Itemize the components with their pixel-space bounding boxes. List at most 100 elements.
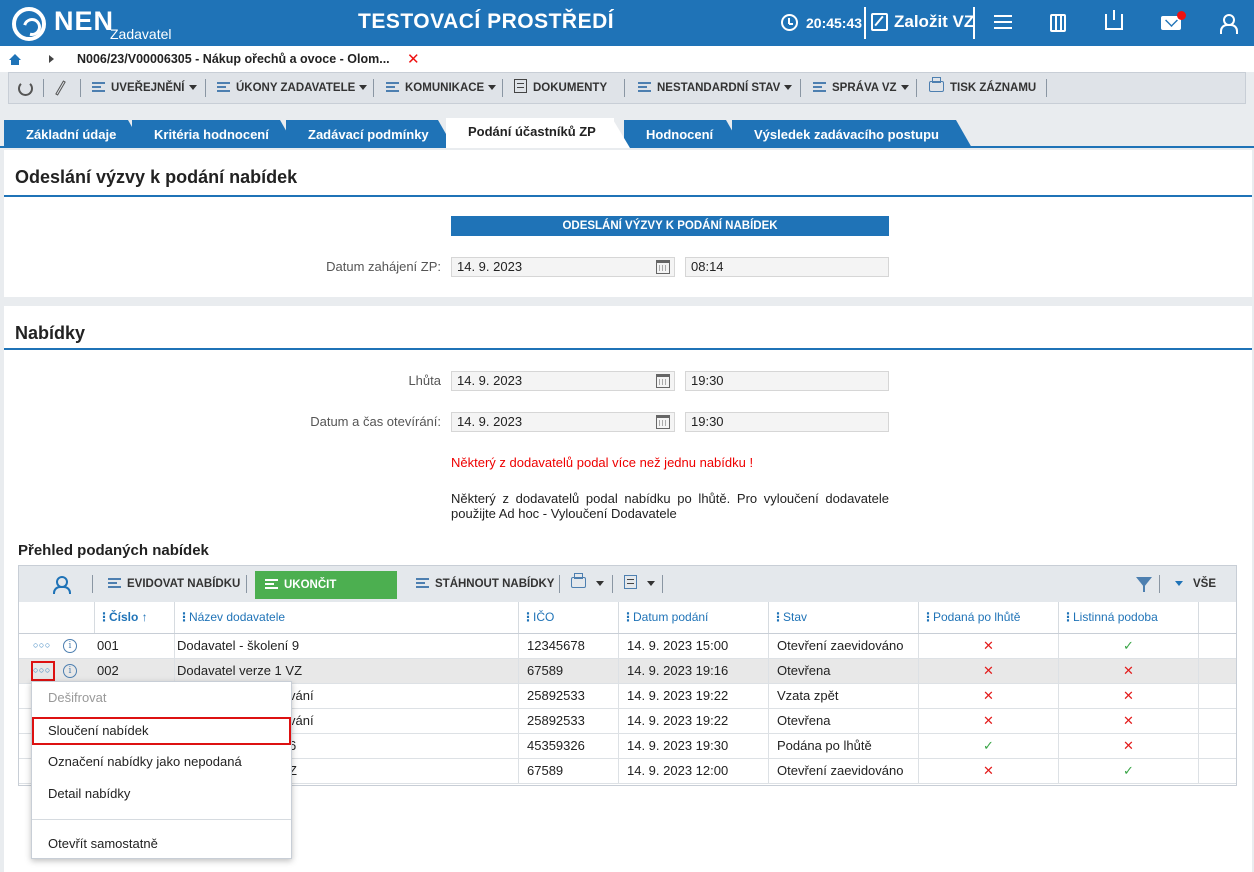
download-offers-button[interactable]: STÁHNOUT NABÍDKY [416,566,554,602]
menu-item-open-separately[interactable]: Otevřít samostatně [32,830,291,858]
list-icon [386,82,399,92]
cell-paper: ✕ [1059,684,1199,708]
brand-subtitle: Zadavatel [110,26,172,42]
send-invitation-button[interactable]: ODESLÁNÍ VÝZVY K PODÁNÍ NABÍDEK [451,216,889,236]
column-ico[interactable]: IČO [519,602,619,633]
pencil-icon[interactable] [55,80,66,96]
nen-logo-icon[interactable] [12,7,46,41]
menu-item-decrypt[interactable]: Dešifrovat [32,684,291,712]
cell-paper: ✕ [1059,734,1199,758]
cell-number: 001 [97,634,175,658]
table-row[interactable]: ○○○ i 001 Dodavatel - školení 9 12345678… [19,634,1236,659]
end-opening-button[interactable]: UKONČIT OTEVÍRÁNÍ [255,571,397,619]
cell-ico: 25892533 [527,684,619,708]
header-actions-cell [19,602,95,633]
calendar-icon[interactable] [656,374,670,388]
list-icon [265,579,278,589]
start-time-field[interactable]: 08:14 [685,257,889,277]
users-icon[interactable] [53,576,71,594]
toolbar-divider [1046,79,1047,97]
menu-item-mark-unsubmitted[interactable]: Označení nabídky jako nepodaná [32,748,291,776]
cell-ico: 12345678 [527,634,619,658]
deadline-date-field[interactable]: 14. 9. 2023 [451,371,675,391]
menu-item-offer-detail[interactable]: Detail nabídky [32,780,291,808]
check-icon: ✓ [983,738,994,753]
toolbar-divider [43,79,44,97]
check-icon: ✓ [1123,763,1134,778]
cell-ico: 67589 [527,659,619,683]
toolbar-divider [92,575,93,593]
column-date[interactable]: Datum podání [619,602,769,633]
chevron-down-icon [188,85,197,90]
chevron-down-icon [647,581,655,586]
info-icon[interactable]: i [63,664,77,678]
edit-icon[interactable] [871,13,888,31]
close-icon[interactable]: ✕ [407,50,420,68]
vz-admin-menu[interactable]: SPRÁVA VZ [813,73,909,103]
document-icon [514,79,527,93]
more-icon[interactable]: ○○○ [33,666,50,675]
deadline-time-field[interactable]: 19:30 [685,371,889,391]
column-supplier[interactable]: Název dodavatele [175,602,519,633]
clock-icon [781,14,798,31]
list-icon [217,82,230,92]
publish-menu[interactable]: UVEŘEJNĚNÍ [92,73,197,103]
cross-icon: ✕ [983,688,994,703]
grid-toolbar: EVIDOVAT NABÍDKU UKONČIT OTEVÍRÁNÍ STÁHN… [19,566,1236,619]
cell-state: Otevřena [777,709,919,733]
cross-icon: ✕ [1123,663,1134,678]
documents-button[interactable]: DOKUMENTY [514,73,607,103]
filter-all-select[interactable]: VŠE [1175,566,1216,602]
cell-date: 14. 9. 2023 19:30 [627,734,769,758]
print-menu[interactable] [571,566,604,602]
home-icon[interactable] [9,54,21,65]
record-offer-button[interactable]: EVIDOVAT NABÍDKU [108,566,240,602]
opening-date-field[interactable]: 14. 9. 2023 [451,412,675,432]
breadcrumb-current[interactable]: N006/23/V00006305 - Nákup ořechů a ovoce… [77,52,390,66]
chevron-down-icon [596,581,604,586]
list-icon [813,82,826,92]
tab-basic-info[interactable]: Základní údaje [4,120,144,148]
offers-overview-title: Přehled podaných nabídek [18,542,209,559]
toolbar-divider [916,79,917,97]
tab-submissions[interactable]: Podání účastníků ZP [446,118,630,148]
toolbar-divider [246,575,247,593]
tab-conditions[interactable]: Zadávací podmínky [286,120,454,148]
toolbar-divider [373,79,374,97]
cell-ico: 25892533 [527,709,619,733]
filter-icon[interactable] [1136,577,1152,592]
communication-menu[interactable]: KOMUNIKACE [386,73,497,103]
cross-icon: ✕ [983,763,994,778]
header-divider [973,7,975,39]
tab-bar: Základní údaje Kritéria hodnocení Zadáva… [0,118,1254,148]
cell-late: ✕ [919,709,1059,733]
check-icon: ✓ [1123,638,1134,653]
menu-icon[interactable] [994,15,1012,29]
tab-result[interactable]: Výsledek zadávacího postupu [732,120,972,148]
tab-evaluation[interactable]: Hodnocení [624,120,742,148]
actions-menu[interactable]: ÚKONY ZADAVATELE [217,73,368,103]
export-menu[interactable] [624,566,655,602]
print-record-button[interactable]: TISK ZÁZNAMU [929,73,1036,103]
chevron-right-icon [49,55,54,63]
grid-header: Číslo ↑ Název dodavatele IČO Datum podán… [19,602,1236,634]
create-vz-button[interactable]: Založit VZ [894,12,974,32]
start-date-field[interactable]: 14. 9. 2023 [451,257,675,277]
toolbar-divider [612,575,613,593]
calendar-icon[interactable] [656,260,670,274]
user-icon[interactable] [1219,14,1238,34]
column-state[interactable]: Stav [769,602,919,633]
nonstandard-state-menu[interactable]: NESTANDARDNÍ STAV [638,73,793,103]
tab-criteria[interactable]: Kritéria hodnocení [132,120,296,148]
opening-time-field[interactable]: 19:30 [685,412,889,432]
inbox-icon[interactable] [1105,10,1123,30]
calendar-icon[interactable] [656,415,670,429]
column-late[interactable]: Podaná po lhůtě [919,602,1059,633]
column-paper[interactable]: Listinná podoba [1059,602,1199,633]
refresh-icon[interactable] [18,81,33,96]
list-icon [416,578,429,588]
menu-item-merge-offers[interactable]: Sloučení nabídek [32,717,291,745]
column-number[interactable]: Číslo ↑ [95,602,175,633]
brand-name: NEN [54,6,115,36]
calculator-icon[interactable] [1050,14,1066,32]
